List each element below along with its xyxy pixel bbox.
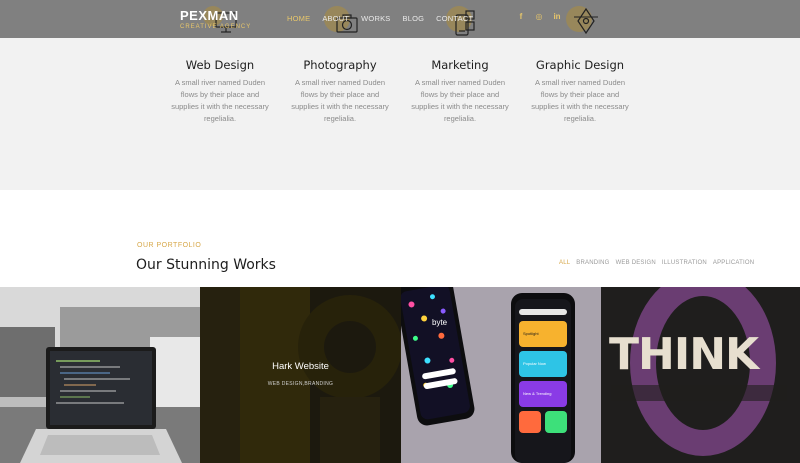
hark-overlay: Hark Website WEB DESIGN,BRANDING [200,287,401,463]
portfolio-item-categories: WEB DESIGN,BRANDING [267,381,334,387]
nav-works[interactable]: WORKS [361,14,390,23]
service-photography: Photography A small river named Duden fl… [290,58,390,125]
phones-app-image: byte Spotlight Popular Now New & Trendin… [401,287,601,463]
portfolio-item-hark-website[interactable]: Hark Website WEB DESIGN,BRANDING [200,287,401,463]
service-marketing: Marketing A small river named Duden flow… [410,58,510,125]
nav-home[interactable]: HOME [287,14,310,23]
think-word: THINK [609,329,761,380]
services-section: Web Design A small river named Duden flo… [0,38,800,190]
filter-illustration[interactable]: ILLUSTRATION [662,260,707,266]
app-card-text: Spotlight [523,331,539,336]
service-text: A small river named Duden flows by their… [531,78,629,123]
portfolio-item-think[interactable]: THINK [601,287,800,463]
brand-name: PEXMAN [180,8,239,23]
portfolio-kicker: OUR PORTFOLIO [137,242,202,249]
service-text: A small river named Duden flows by their… [291,78,389,123]
service-text: A small river named Duden flows by their… [411,78,509,123]
portfolio-title: Our Stunning Works [136,257,276,273]
service-graphic-design: Graphic Design A small river named Duden… [530,58,630,125]
social-links: f ◎ in [517,12,561,21]
service-title: Photography [303,58,377,72]
brand-logo[interactable]: PEXMAN CREATIVE AGENCY [180,9,251,31]
filter-branding[interactable]: BRANDING [576,260,609,266]
service-title: Graphic Design [535,58,625,72]
laptop-photo [0,287,200,463]
portfolio-filters: ALL BRANDING WEB DESIGN ILLUSTRATION APP… [559,260,754,266]
app-card-text: Popular Now [523,361,546,366]
pen-tool-icon [574,7,598,35]
filter-application[interactable]: APPLICATION [713,260,754,266]
site-header: PEXMAN CREATIVE AGENCY HOME ABOUT WORKS … [0,0,800,38]
main-nav: HOME ABOUT WORKS BLOG CONTACT [287,14,473,23]
service-text: A small river named Duden flows by their… [171,78,269,123]
filter-web-design[interactable]: WEB DESIGN [616,260,656,266]
instagram-icon[interactable]: ◎ [535,12,543,21]
nav-about[interactable]: ABOUT [322,14,349,23]
portfolio-item-title: Hark Website [272,361,329,372]
phone-brand-text: byte [432,318,448,327]
nav-contact[interactable]: CONTACT [436,14,473,23]
service-title: Marketing [431,58,489,72]
portfolio-item-phones-app[interactable]: byte Spotlight Popular Now New & Trendin… [401,287,601,463]
service-title: Web Design [185,58,255,72]
filter-all[interactable]: ALL [559,260,570,266]
nav-blog[interactable]: BLOG [403,14,425,23]
brand-tagline: CREATIVE AGENCY [180,24,252,30]
app-card-text: New & Trending [523,391,551,396]
portfolio-grid: Hark Website WEB DESIGN,BRANDING byte Sp… [0,287,800,463]
think-art-image: THINK [601,287,800,463]
linkedin-icon[interactable]: in [553,12,561,21]
service-web-design: Web Design A small river named Duden flo… [170,58,270,125]
portfolio-item-laptop[interactable] [0,287,200,463]
facebook-icon[interactable]: f [517,12,525,21]
